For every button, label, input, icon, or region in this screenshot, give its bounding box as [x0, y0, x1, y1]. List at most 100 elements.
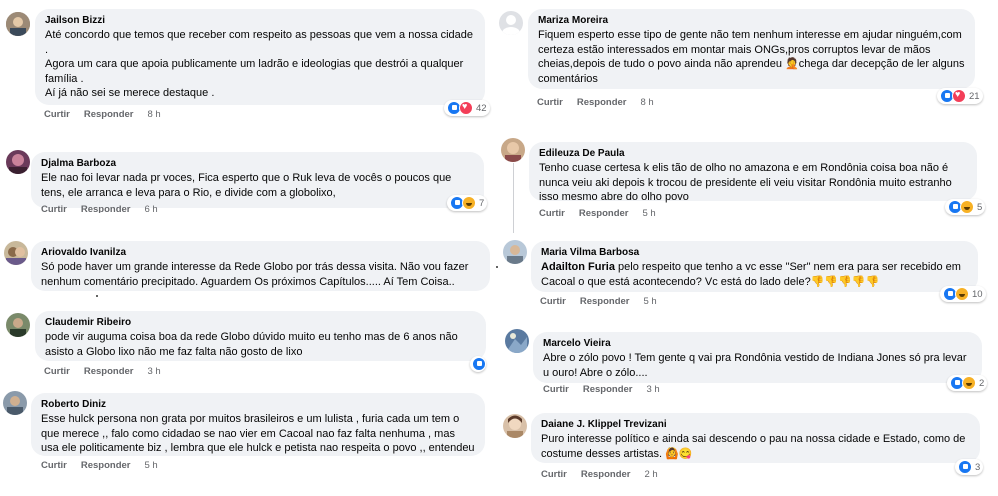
reaction-count: 21: [969, 90, 980, 102]
reactions-summary[interactable]: 7: [447, 195, 488, 211]
comment-author[interactable]: Marcelo Vieira: [543, 337, 972, 351]
reply-button[interactable]: Responder: [580, 296, 630, 307]
comment-text: Esse hulck persona non grata por muitos …: [41, 413, 475, 454]
avatar[interactable]: [499, 11, 523, 35]
reply-button[interactable]: Responder: [579, 208, 629, 219]
comment-timestamp[interactable]: 6 h: [145, 204, 158, 213]
comment-author[interactable]: Claudemir Ribeiro: [45, 316, 476, 330]
comment-timestamp[interactable]: 3 h: [148, 366, 161, 377]
like-button[interactable]: Curtir: [537, 97, 563, 108]
mention-link[interactable]: Adailton Furia: [541, 261, 615, 273]
comment-actions: Curtir Responder 8 h: [537, 97, 668, 108]
reply-button[interactable]: Responder: [581, 469, 631, 480]
avatar[interactable]: [503, 414, 527, 438]
like-button[interactable]: Curtir: [41, 204, 67, 213]
comment-bubble: Jailson Bizzi Até concordo que temos que…: [35, 9, 485, 105]
comment-actions: Curtir Responder 3 h: [543, 384, 674, 395]
like-reaction-icon: [472, 357, 486, 371]
comment-timestamp[interactable]: 5 h: [145, 460, 158, 471]
avatar[interactable]: [503, 240, 527, 264]
avatar[interactable]: [4, 241, 28, 265]
reactions-summary[interactable]: 21: [937, 88, 983, 104]
comment-timestamp[interactable]: 2 h: [645, 469, 658, 480]
comment-actions: Curtir Responder 5 h: [539, 208, 670, 219]
comment-bubble: Roberto Diniz Esse hulck persona non gra…: [31, 393, 485, 456]
comment-bubble: Claudemir Ribeiro pode vir auguma coisa …: [35, 311, 486, 361]
avatar-photo: [6, 313, 30, 337]
reply-button[interactable]: Responder: [84, 109, 134, 120]
avatar[interactable]: [6, 150, 30, 174]
comment-bubble: Mariza Moreira Fiquem esperto esse tipo …: [528, 9, 975, 89]
like-button[interactable]: Curtir: [539, 208, 565, 219]
avatar-photo: [501, 138, 525, 162]
comment-text: Só pode haver um grande interesse da Red…: [41, 261, 469, 288]
haha-reaction-icon: [955, 287, 969, 301]
comment-bubble: Djalma Barboza Ele nao foi levar nada pr…: [31, 152, 484, 208]
comment-actions: Curtir Responder 3 h: [44, 366, 175, 377]
comment-text: Abre o zólo povo ! Tem gente q vai pra R…: [543, 352, 967, 379]
avatar[interactable]: [3, 391, 27, 415]
comment-timestamp[interactable]: 5 h: [644, 296, 657, 307]
comment-text: Puro interesse político e ainda sai desc…: [541, 432, 970, 461]
comment-actions: Curtir Responder 6 h: [41, 204, 172, 213]
reply-button[interactable]: Responder: [583, 384, 633, 395]
comment-text: Até concordo que temos que receber com r…: [45, 29, 474, 99]
comment-timestamp[interactable]: 5 h: [643, 208, 656, 219]
reactions-summary[interactable]: 2: [947, 375, 988, 391]
avatar[interactable]: [501, 138, 525, 162]
comment-author[interactable]: Djalma Barboza: [41, 157, 474, 171]
like-reaction-icon: [958, 460, 972, 474]
comment-timestamp[interactable]: 3 h: [647, 384, 660, 395]
reaction-count: 3: [975, 461, 981, 473]
thumbs-down-emojis: 👎👎👎👎👎: [810, 275, 880, 288]
divider-dot: [96, 295, 98, 297]
comment-author[interactable]: Jailson Bizzi: [45, 14, 475, 28]
comment-actions: Curtir Responder 2 h: [541, 469, 672, 480]
reactions-summary[interactable]: 42: [444, 100, 490, 116]
avatar[interactable]: [505, 329, 529, 353]
comment-actions: Curtir Responder 5 h: [540, 296, 671, 307]
like-button[interactable]: Curtir: [541, 469, 567, 480]
reply-button[interactable]: Responder: [81, 204, 131, 213]
avatar[interactable]: [6, 12, 30, 36]
comment-text-part: Puro interesse político e ainda sai desc…: [541, 433, 966, 460]
like-button[interactable]: Curtir: [543, 384, 569, 395]
comment-text: Tenho cuase certesa k elis tão de olho n…: [539, 162, 952, 203]
love-reaction-icon: [952, 89, 966, 103]
emoji-pair: 🙆😋: [665, 447, 693, 460]
like-button[interactable]: Curtir: [540, 296, 566, 307]
reply-button[interactable]: Responder: [84, 366, 134, 377]
like-button[interactable]: Curtir: [44, 366, 70, 377]
face-palm-emoji: 🤦: [785, 58, 799, 70]
like-button[interactable]: Curtir: [41, 460, 67, 471]
comment-author[interactable]: Mariza Moreira: [538, 14, 965, 28]
reactions-summary[interactable]: 5: [945, 199, 986, 215]
comment-timestamp[interactable]: 8 h: [641, 97, 654, 108]
comment-timestamp[interactable]: 8 h: [148, 109, 161, 120]
comment-author[interactable]: Daiane J. Klippel Trevizani: [541, 418, 970, 432]
comment-text: Adailton Furia pelo respeito que tenho a…: [541, 260, 968, 289]
comment-bubble: Edileuza De Paula Tenho cuase certesa k …: [529, 142, 977, 203]
reply-button[interactable]: Responder: [577, 97, 627, 108]
reactions-summary[interactable]: [470, 356, 486, 372]
avatar-photo: [6, 12, 30, 36]
reactions-summary[interactable]: 3: [955, 459, 984, 475]
comment-author[interactable]: Edileuza De Paula: [539, 147, 967, 161]
comment-author[interactable]: Roberto Diniz: [41, 398, 475, 412]
reply-button[interactable]: Responder: [81, 460, 131, 471]
avatar[interactable]: [6, 313, 30, 337]
default-avatar-icon: [499, 11, 523, 35]
reactions-summary[interactable]: 10: [940, 286, 986, 302]
comment-text: Ele nao foi levar nada pr voces, Fica es…: [41, 172, 452, 199]
like-button[interactable]: Curtir: [44, 109, 70, 120]
love-reaction-icon: [459, 101, 473, 115]
comment-bubble: Ariovaldo Ivanilza Só pode haver um gran…: [31, 241, 490, 291]
comment-author[interactable]: Ariovaldo Ivanilza: [41, 246, 480, 260]
avatar-photo: [6, 150, 30, 174]
comment-author[interactable]: Maria Vilma Barbosa: [541, 246, 968, 260]
reaction-count: 7: [479, 197, 485, 209]
comment-text: pode vir auguma coisa boa da rede Globo …: [45, 331, 458, 358]
haha-reaction-icon: [462, 196, 476, 210]
comment-bubble: Marcelo Vieira Abre o zólo povo ! Tem ge…: [533, 332, 982, 383]
reaction-count: 10: [972, 288, 983, 300]
